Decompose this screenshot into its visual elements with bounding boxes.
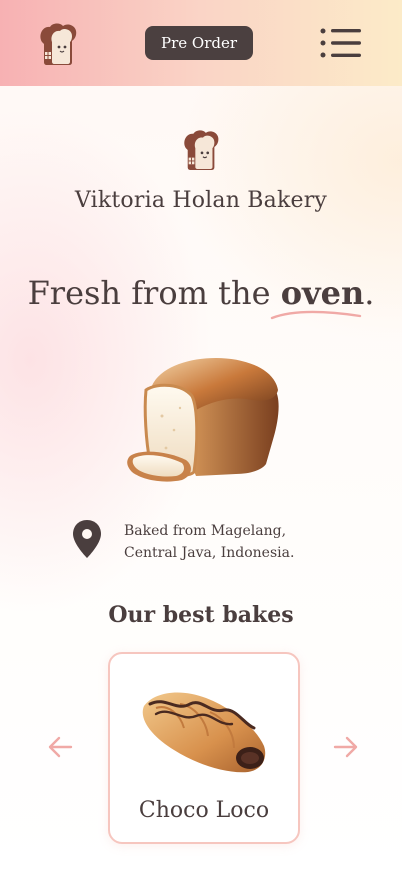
hero-title-suffix: . bbox=[364, 274, 375, 312]
pre-order-button[interactable]: Pre Order bbox=[145, 26, 253, 60]
hero-title-emphasis: oven bbox=[280, 274, 365, 312]
header-logo-icon[interactable] bbox=[38, 22, 80, 66]
menu-list-icon[interactable] bbox=[319, 27, 363, 59]
main-content: Viktoria Holan Bakery Fresh from the ove… bbox=[0, 0, 402, 874]
location-line-2: Central Java, Indonesia. bbox=[124, 545, 295, 561]
best-bakes-title: Our best bakes bbox=[108, 602, 294, 628]
loaf-of-bread-illustration bbox=[127, 358, 279, 482]
brand-name: Viktoria Holan Bakery bbox=[74, 188, 328, 213]
chocolate-croissant-illustration bbox=[142, 692, 266, 773]
product-card[interactable]: Choco Loco bbox=[108, 652, 300, 844]
arrow-right-icon[interactable] bbox=[333, 735, 359, 759]
hero-underline-swash bbox=[270, 310, 362, 320]
location-text: Baked from Magelang, Central Java, Indon… bbox=[124, 520, 344, 564]
location-line-1: Baked from Magelang, bbox=[124, 523, 287, 539]
arrow-left-icon[interactable] bbox=[47, 735, 73, 759]
location-pin-icon bbox=[72, 520, 102, 560]
hero-title-prefix: Fresh from the bbox=[27, 274, 281, 312]
top-header: Pre Order bbox=[0, 0, 402, 86]
brand-logo-icon bbox=[182, 128, 222, 172]
hero-title: Fresh from the oven. bbox=[0, 274, 402, 312]
product-name: Choco Loco bbox=[138, 798, 270, 823]
